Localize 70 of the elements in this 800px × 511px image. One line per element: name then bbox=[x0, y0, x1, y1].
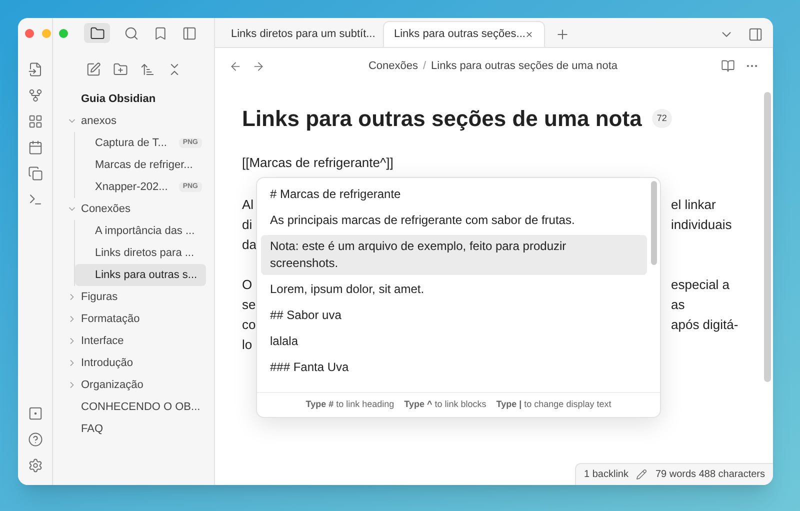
settings-icon[interactable] bbox=[28, 458, 42, 473]
breadcrumb-note: Links para outras seções de uma nota bbox=[431, 58, 618, 74]
new-folder-icon[interactable] bbox=[112, 62, 128, 77]
file-tree-item[interactable]: Marcas de refriger... bbox=[75, 154, 206, 176]
right-sidebar-icon[interactable] bbox=[748, 26, 763, 42]
keyboard-hint: Type | to change display text bbox=[496, 398, 612, 411]
grid-icon[interactable] bbox=[28, 114, 42, 129]
help-icon[interactable] bbox=[28, 432, 42, 447]
count-badge: 72 bbox=[652, 108, 672, 128]
file-tree-item[interactable]: FAQ bbox=[61, 418, 206, 440]
forward-icon[interactable] bbox=[252, 60, 265, 72]
text-line: se bbox=[242, 296, 256, 314]
text-line: as bbox=[671, 296, 685, 314]
keyboard-hint: Type ^ to link blocks bbox=[404, 398, 486, 411]
folder-icon bbox=[90, 26, 104, 40]
backlink-count[interactable]: 1 backlink bbox=[584, 467, 628, 482]
scrollbar[interactable] bbox=[651, 180, 657, 264]
suggestion-item[interactable]: ## Sabor uva bbox=[261, 304, 647, 326]
text-line: di bbox=[242, 216, 252, 234]
keyboard-hint: Type # to link heading bbox=[306, 398, 394, 411]
text-line: co bbox=[242, 316, 256, 334]
suggestion-item[interactable]: ### Fanta Uva bbox=[261, 356, 647, 378]
file-tree-item[interactable]: anexos bbox=[61, 110, 206, 132]
search-icon[interactable] bbox=[124, 26, 139, 40]
files-tab[interactable] bbox=[84, 23, 110, 43]
vault-name: Guia Obsidian bbox=[80, 92, 157, 107]
breadcrumb-separator: / bbox=[422, 58, 426, 74]
file-tree-item[interactable]: Formatação bbox=[61, 308, 206, 330]
suggestion-item[interactable]: Nota: este é um arquivo de exemplo, feito para produzir screenshots. bbox=[261, 234, 647, 274]
reading-view-icon[interactable] bbox=[721, 59, 735, 73]
link-text: [[Marcas de refrigerante^]] bbox=[242, 154, 394, 172]
bookmark-icon[interactable] bbox=[153, 26, 168, 40]
text-line: após digitá- bbox=[671, 316, 738, 334]
text-line: individuais bbox=[671, 216, 732, 234]
file-tree-item[interactable]: Introdução bbox=[61, 352, 206, 374]
scrollbar[interactable] bbox=[764, 92, 771, 382]
breadcrumb-folder[interactable]: Conexões bbox=[368, 58, 418, 74]
copy-icon[interactable] bbox=[28, 166, 42, 181]
sidebar-toggle-icon[interactable] bbox=[182, 26, 197, 40]
file-tree-item[interactable]: CONHECENDO O OB... bbox=[61, 396, 206, 418]
note-title: Links para outras seções de uma nota bbox=[242, 105, 642, 133]
file-icon[interactable] bbox=[28, 62, 42, 77]
sort-icon[interactable] bbox=[140, 62, 154, 77]
text-line: O bbox=[242, 276, 252, 294]
text-line: da bbox=[242, 236, 256, 254]
tab[interactable]: Links diretos para um subtít... bbox=[221, 21, 383, 47]
text-line: el linkar bbox=[671, 196, 716, 214]
file-tree-item[interactable]: Figuras bbox=[61, 286, 206, 308]
suggestion-item[interactable]: Lorem, ipsum dolor, sit amet. bbox=[261, 278, 647, 300]
calendar-icon[interactable] bbox=[28, 140, 42, 155]
graph-icon[interactable] bbox=[28, 88, 42, 103]
new-tab-icon[interactable] bbox=[555, 26, 570, 42]
file-tree-item[interactable]: Links para outras s... bbox=[75, 264, 206, 286]
text-line: especial a bbox=[671, 276, 730, 294]
suggestion-item[interactable]: lalala bbox=[261, 330, 647, 352]
new-note-icon[interactable] bbox=[86, 62, 100, 77]
back-icon[interactable] bbox=[229, 60, 242, 72]
file-tree-item[interactable]: Interface bbox=[61, 330, 206, 352]
file-tree-item[interactable]: Conexões bbox=[61, 198, 206, 220]
file-tree-item[interactable]: A importância das ... bbox=[75, 220, 206, 242]
file-tree-item[interactable]: Links diretos para ... bbox=[75, 242, 206, 264]
file-tree-item[interactable]: Organização bbox=[61, 374, 206, 396]
suggestion-item[interactable]: # Marcas de refrigerante bbox=[261, 182, 647, 206]
word-count: 79 words 488 characters bbox=[655, 468, 765, 482]
text-line: Al bbox=[242, 196, 254, 214]
suggestion-item[interactable]: As principais marcas de refrigerante com sabor de frutas. bbox=[261, 208, 647, 232]
text-line: lo bbox=[242, 336, 252, 354]
terminal-icon[interactable] bbox=[28, 192, 42, 207]
tab[interactable]: Links para outras seções... bbox=[383, 21, 545, 47]
edit-mode-icon[interactable] bbox=[636, 469, 648, 480]
